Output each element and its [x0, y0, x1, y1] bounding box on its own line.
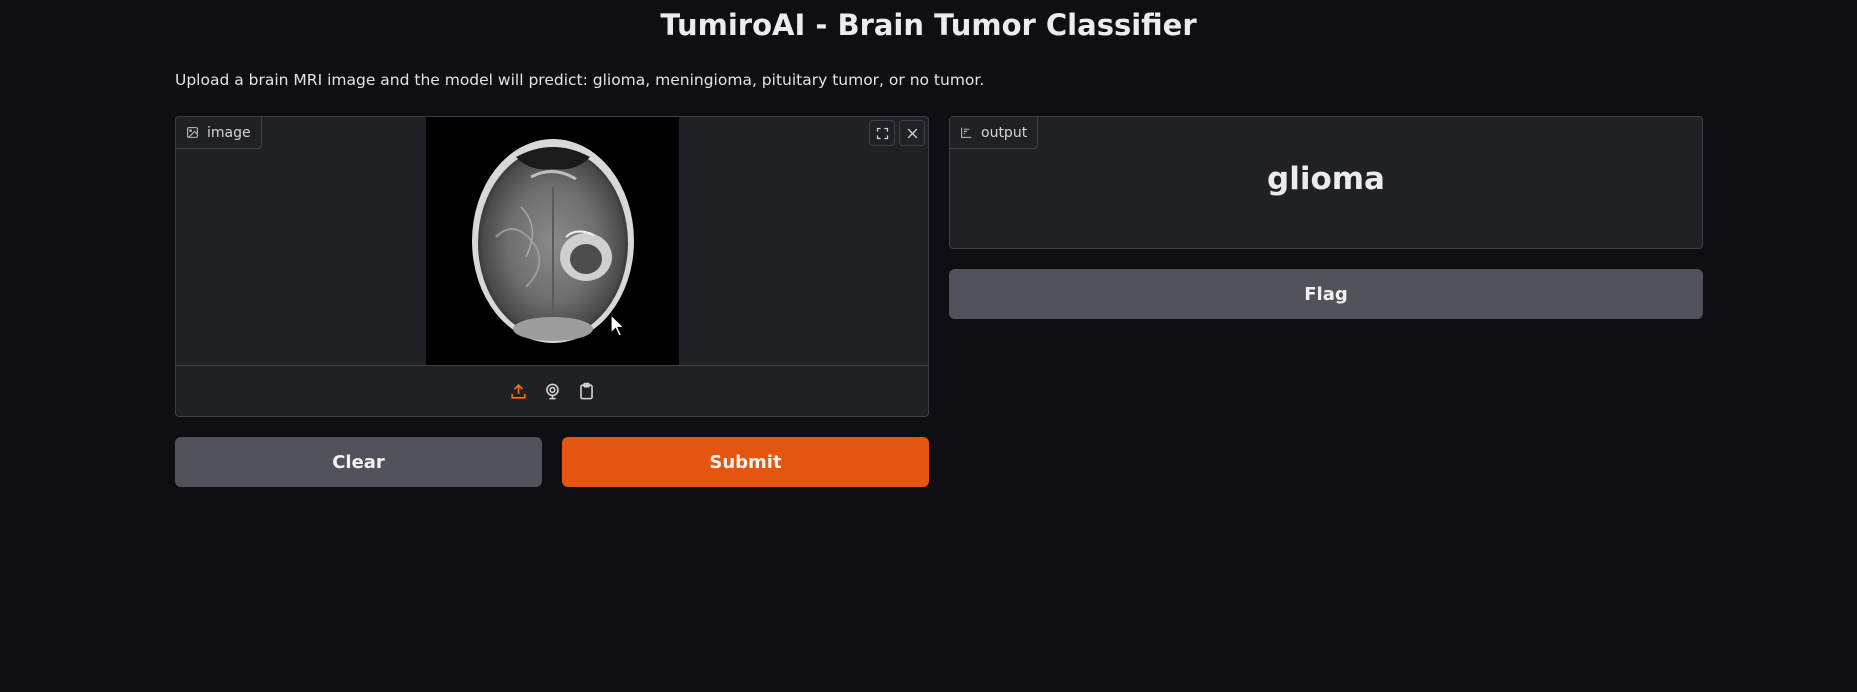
output-label-text: output [981, 124, 1028, 141]
page-description: Upload a brain MRI image and the model w… [175, 71, 985, 89]
chart-icon [960, 126, 973, 139]
clear-button[interactable]: Clear [175, 437, 542, 487]
image-source-bar [176, 365, 928, 416]
image-icon [186, 126, 199, 139]
output-panel: output glioma [949, 116, 1703, 249]
flag-button[interactable]: Flag [949, 269, 1703, 319]
submit-button[interactable]: Submit [562, 437, 929, 487]
close-icon[interactable] [899, 120, 925, 146]
page-title: TumiroAI - Brain Tumor Classifier [660, 8, 1197, 42]
image-label-text: image [207, 124, 251, 141]
clipboard-icon[interactable] [576, 381, 596, 401]
mouse-cursor-icon [610, 313, 626, 342]
upload-icon[interactable] [508, 381, 528, 401]
image-input-panel[interactable]: image [175, 116, 929, 417]
output-label: output [950, 117, 1039, 149]
fullscreen-icon[interactable] [869, 120, 895, 146]
prediction-label: glioma [1267, 161, 1385, 197]
webcam-icon[interactable] [542, 381, 562, 401]
image-tools [869, 117, 928, 146]
uploaded-mri-image [426, 117, 679, 366]
image-input-label: image [176, 117, 262, 149]
